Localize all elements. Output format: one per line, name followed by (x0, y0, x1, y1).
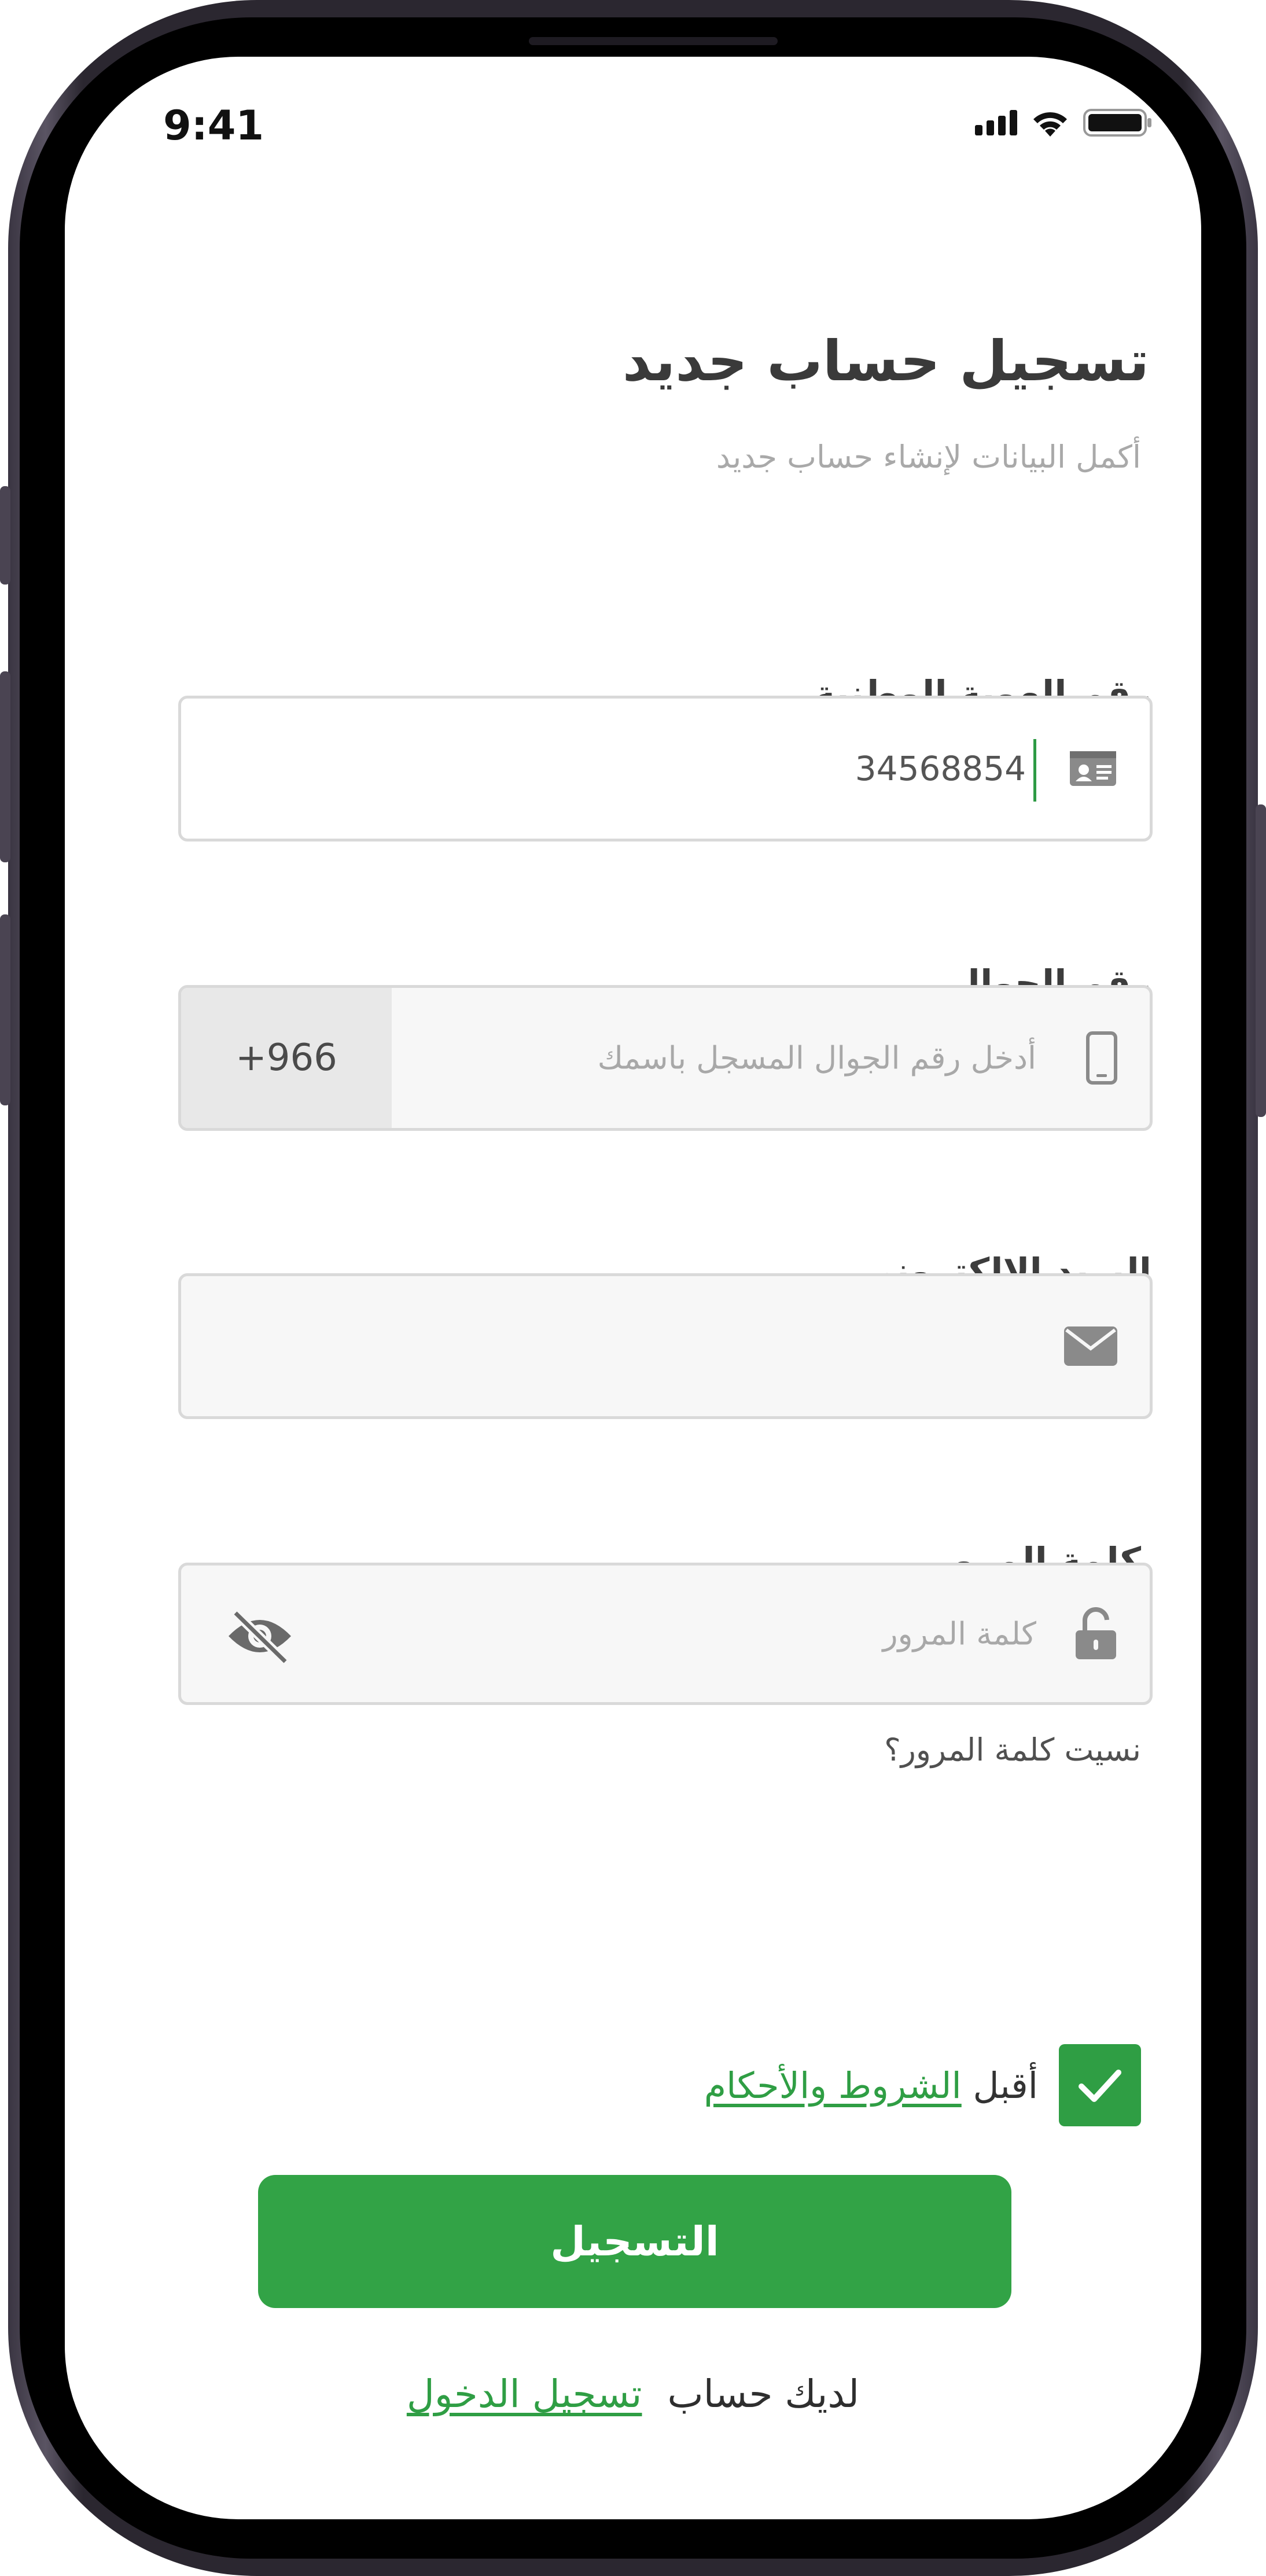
login-link[interactable]: تسجيل الدخول (407, 2372, 642, 2416)
national-id-field[interactable]: 34568854 (178, 696, 1153, 841)
text-caret (1033, 739, 1036, 802)
status-icons (975, 108, 1153, 138)
mobile-placeholder: أدخل رقم الجوال المسجل باسمك (597, 1039, 1036, 1076)
terms-checkbox[interactable] (1059, 2044, 1141, 2126)
login-row: لديك حساب تسجيل الدخول (65, 2372, 1201, 2416)
volume-up-button (0, 671, 10, 862)
country-code-prefix[interactable]: +966 (181, 988, 392, 1128)
check-icon (1079, 2070, 1121, 2102)
mail-icon (1064, 1326, 1117, 1366)
terms-link[interactable]: الشروط والأحكام (704, 2064, 962, 2107)
terms-prefix: أقبل (973, 2064, 1038, 2107)
wifi-icon (1033, 112, 1067, 137)
email-field[interactable] (178, 1273, 1153, 1419)
speaker-grille (529, 37, 778, 45)
password-placeholder: كلمة المرور (882, 1615, 1036, 1652)
mobile-field[interactable]: +966 أدخل رقم الجوال المسجل باسمك (178, 985, 1153, 1131)
status-time: 9:41 (163, 102, 264, 149)
volume-down-button (0, 914, 10, 1105)
forgot-password-link[interactable]: نسيت كلمة المرور؟ (884, 1732, 1141, 1768)
terms-row: أقبل الشروط والأحكام (704, 2044, 1141, 2126)
login-question: لديك حساب (667, 2372, 860, 2416)
page-title: تسجيل حساب جديد (622, 329, 1149, 394)
eye-off-icon[interactable] (225, 1608, 295, 1664)
power-button (1256, 804, 1266, 1117)
phone-icon (1086, 1031, 1117, 1085)
password-field[interactable]: كلمة المرور (178, 1563, 1153, 1705)
lock-icon (1076, 1607, 1116, 1659)
id-card-icon (1070, 751, 1116, 786)
page-subtitle: أكمل البيانات لإنشاء حساب جديد (716, 439, 1141, 475)
battery-icon (1083, 109, 1151, 137)
register-button[interactable]: التسجيل (258, 2175, 1011, 2308)
action-button (0, 486, 10, 585)
cellular-signal-icon (975, 110, 1017, 135)
screen: 9:41 تسجيل حساب جديد أكمل البيانات لإنشا… (65, 57, 1201, 2519)
national-id-value: 34568854 (855, 749, 1026, 788)
